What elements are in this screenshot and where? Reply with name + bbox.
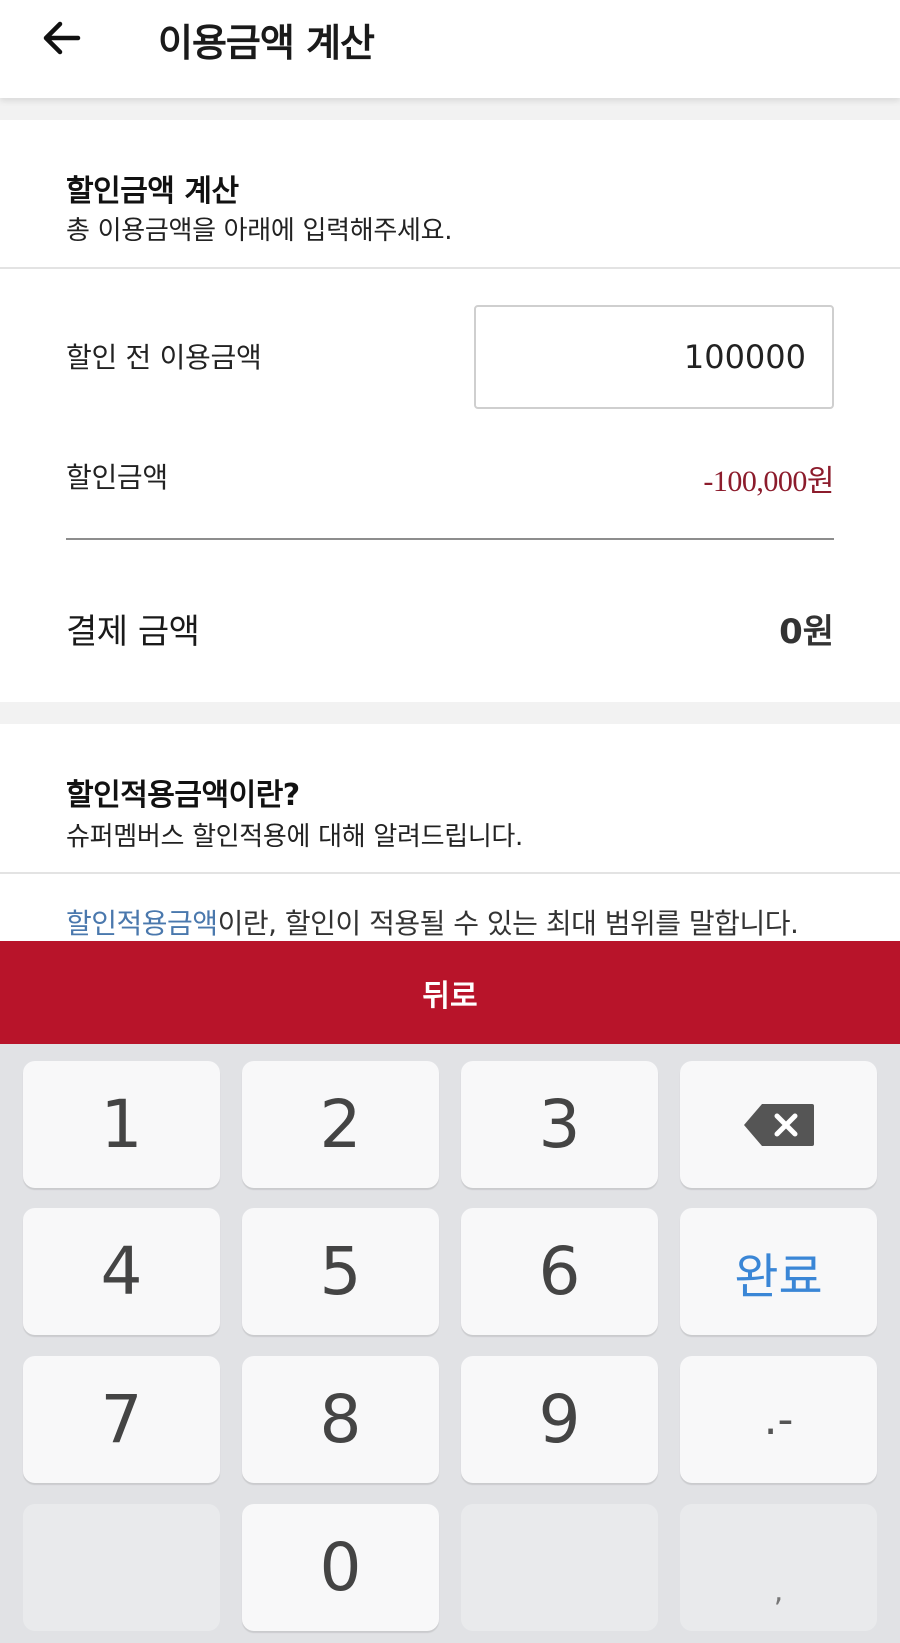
calculator-subtitle: 총 이용금액을 아래에 입력해주세요. [66,216,453,246]
key-0[interactable]: 0 [242,1504,439,1631]
key-done[interactable]: 완료 [680,1208,877,1335]
key-7[interactable]: 7 [23,1356,220,1483]
key-empty-left [23,1504,220,1631]
back-button[interactable] [30,14,94,62]
key-8[interactable]: 8 [242,1356,439,1483]
key-backspace[interactable] [680,1061,877,1188]
numeric-keyboard: 1 2 3 4 5 6 완료 7 8 9 .- 0 , [0,1044,900,1643]
info-divider [0,872,900,874]
amount-input[interactable] [474,305,834,409]
back-bar-button[interactable]: 뒤로 [0,941,900,1044]
key-comma[interactable]: , [680,1504,877,1631]
backspace-icon [743,1103,814,1146]
info-description: 할인적용금액이란, 할인이 적용될 수 있는 최대 범위를 말합니다. [66,902,799,942]
key-2[interactable]: 2 [242,1061,439,1188]
key-dot-dash[interactable]: .- [680,1356,877,1483]
calculator-title: 할인금액 계산 [66,174,239,209]
key-5[interactable]: 5 [242,1208,439,1335]
pre-discount-label: 할인 전 이용금액 [66,341,262,374]
key-6[interactable]: 6 [461,1208,658,1335]
key-9[interactable]: 9 [461,1356,658,1483]
page-title: 이용금액 계산 [158,21,375,65]
key-4[interactable]: 4 [23,1208,220,1335]
key-1[interactable]: 1 [23,1061,220,1188]
key-3[interactable]: 3 [461,1061,658,1188]
discount-amount-link[interactable]: 할인적용금액 [66,907,218,940]
total-divider [66,538,834,540]
key-empty-middle [461,1504,658,1631]
discount-label: 할인금액 [66,461,168,494]
discount-value: -100,000원 [703,465,834,498]
payment-value: 0원 [779,612,834,652]
info-body-text: 이란, 할인이 적용될 수 있는 최대 범위를 말합니다. [217,907,799,940]
top-app-bar: 이용금액 계산 [0,0,900,98]
section-divider [0,267,900,269]
info-title: 할인적용금액이란? [66,778,300,813]
payment-label: 결제 금액 [66,612,200,652]
arrow-left-icon [43,21,81,55]
info-subtitle: 슈퍼멤버스 할인적용에 대해 알려드립니다. [66,822,524,852]
